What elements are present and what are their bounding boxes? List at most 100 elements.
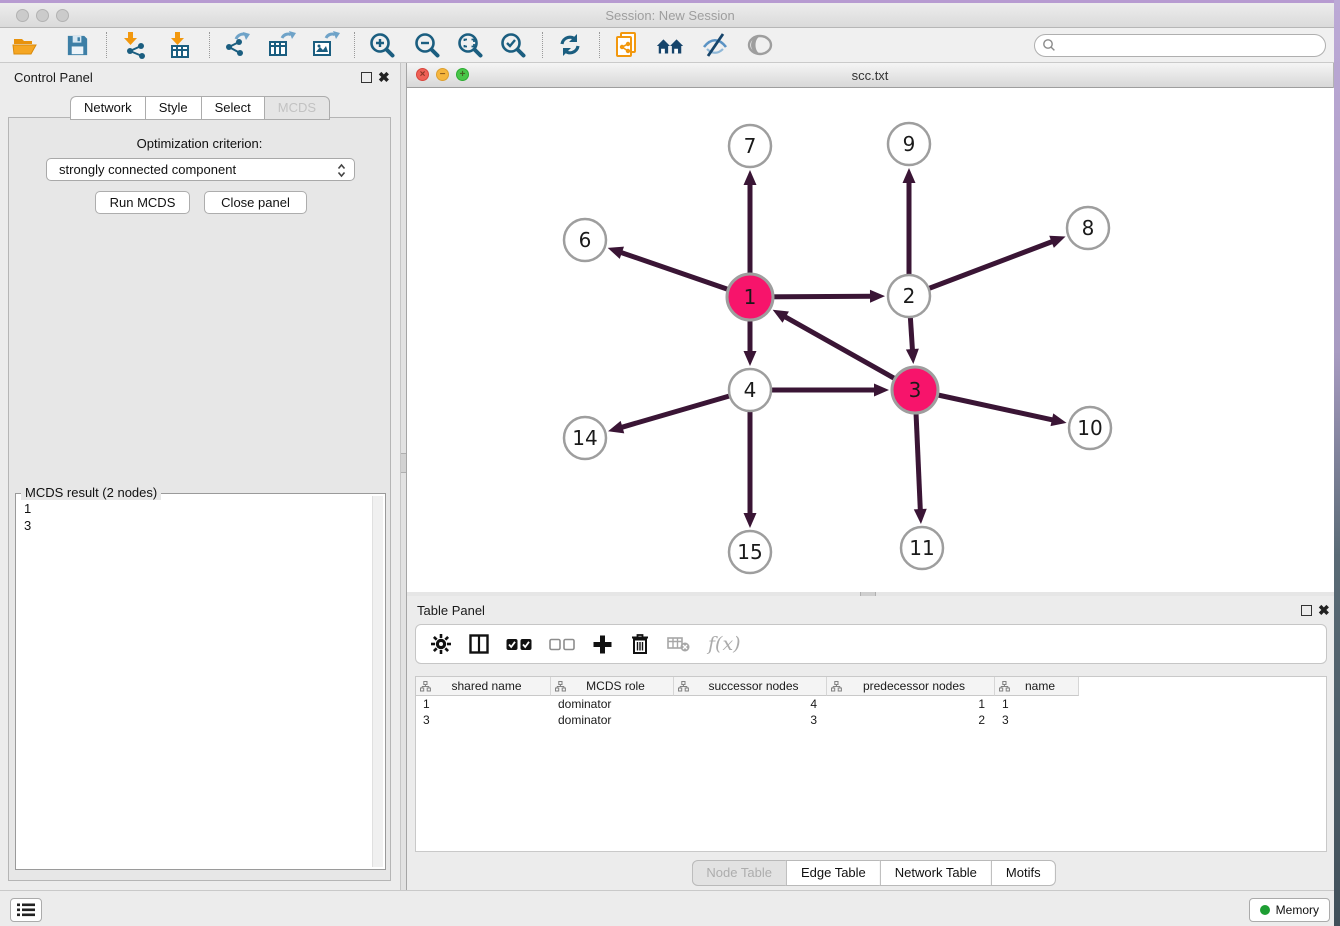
control-tab-mcds[interactable]: MCDS (264, 96, 330, 120)
search-box (1034, 34, 1326, 57)
open-session-icon[interactable] (10, 30, 40, 60)
graph-arrowhead (1051, 413, 1067, 426)
table-body: 1dominator4113dominator323 (416, 696, 1326, 728)
control-tab-network[interactable]: Network (70, 96, 145, 120)
criterion-select[interactable]: strongly connected component (46, 158, 355, 181)
show-hidden-eye-icon (745, 30, 775, 60)
export-table-icon[interactable] (266, 30, 296, 60)
memory-label: Memory (1276, 903, 1319, 917)
run-mcds-button[interactable]: Run MCDS (95, 191, 190, 214)
application-window: Session: New Session (0, 0, 1340, 926)
table-row[interactable]: 1dominator411 (416, 696, 1326, 712)
refresh-icon[interactable] (555, 30, 585, 60)
table-close-icon[interactable]: ✖ (1318, 602, 1330, 618)
column-header-successor-nodes[interactable]: successor nodes (674, 677, 827, 696)
control-panel: Control Panel ✖ NetworkStyleSelectMCDS O… (0, 63, 400, 890)
control-tab-select[interactable]: Select (201, 96, 264, 120)
zoom-in-icon[interactable] (367, 30, 397, 60)
float-panel-icon[interactable] (361, 72, 372, 83)
vertical-splitter[interactable] (400, 63, 407, 890)
graph-node-label-6: 6 (579, 228, 592, 252)
toolbar-separator (542, 32, 543, 58)
select-all-checkboxes-icon[interactable] (506, 638, 532, 651)
table-cell[interactable]: 4 (674, 697, 827, 711)
zoom-out-icon[interactable] (412, 30, 442, 60)
column-header-shared-name[interactable]: shared name (416, 677, 551, 696)
table-panel: Table Panel ✖ (407, 596, 1340, 890)
column-header-name[interactable]: name (995, 677, 1079, 696)
table-cell[interactable]: 1 (995, 697, 1079, 711)
table-cell[interactable]: 3 (416, 713, 551, 727)
table-cell[interactable]: 1 (416, 697, 551, 711)
task-history-button[interactable] (10, 898, 42, 922)
graph-arrowhead (744, 513, 757, 528)
graph-arrowhead (608, 247, 624, 259)
graph-arrowhead (608, 421, 624, 433)
import-network-icon[interactable] (119, 30, 149, 60)
status-bar: Memory (0, 890, 1340, 926)
export-network-icon[interactable] (222, 30, 252, 60)
close-panel-button[interactable]: Close panel (204, 191, 307, 214)
table-cell[interactable]: dominator (551, 697, 674, 711)
mcds-result-title: MCDS result (2 nodes) (21, 485, 161, 500)
graph-edge-2-8[interactable] (909, 241, 1053, 296)
mcds-result-text[interactable]: 13 (24, 500, 31, 534)
control-panel-title: Control Panel (14, 70, 93, 85)
result-scrollbar[interactable] (372, 496, 383, 867)
toolbar-separator (209, 32, 210, 58)
graph-node-label-14: 14 (572, 426, 597, 450)
control-tab-style[interactable]: Style (145, 96, 201, 120)
node-table[interactable]: shared nameMCDS rolesuccessor nodesprede… (415, 676, 1327, 852)
zoom-fit-icon[interactable] (455, 30, 485, 60)
graph-node-label-4: 4 (744, 378, 757, 402)
window-titlebar[interactable]: Session: New Session (0, 3, 1340, 28)
vertical-splitter-handle[interactable] (401, 453, 406, 473)
network-graph[interactable]: 7968124314101511 (407, 88, 1334, 592)
select-chevrons-icon (337, 163, 346, 181)
graph-arrowhead (744, 170, 757, 185)
save-session-icon[interactable] (62, 30, 92, 60)
table-toolbar: f(x) (415, 624, 1327, 664)
table-tab-edge-table[interactable]: Edge Table (786, 860, 880, 886)
import-table-icon[interactable] (165, 30, 195, 60)
table-cell[interactable]: 1 (827, 697, 995, 711)
toolbar-separator (106, 32, 107, 58)
hide-selected-eye-icon[interactable] (700, 30, 730, 60)
desktop-edge-top (0, 0, 1340, 3)
table-cell[interactable]: 3 (995, 713, 1079, 727)
table-cell[interactable]: 2 (827, 713, 995, 727)
table-tab-node-table[interactable]: Node Table (691, 860, 786, 886)
table-tab-motifs[interactable]: Motifs (991, 860, 1056, 886)
mcds-tab-content: Optimization criterion: strongly connect… (8, 117, 391, 881)
zoom-selected-icon[interactable] (498, 30, 528, 60)
column-panel-icon[interactable] (469, 634, 489, 654)
table-cell[interactable]: 3 (674, 713, 827, 727)
window-title: Session: New Session (0, 3, 1340, 28)
mcds-result-box: MCDS result (2 nodes) 13 (15, 493, 386, 870)
close-panel-icon[interactable]: ✖ (378, 69, 390, 85)
column-header-predecessor-nodes[interactable]: predecessor nodes (827, 677, 995, 696)
table-cell[interactable]: dominator (551, 713, 674, 727)
graph-node-label-1: 1 (744, 285, 757, 309)
graph-node-label-7: 7 (744, 134, 757, 158)
function-builder-icon: f(x) (708, 633, 741, 655)
control-panel-tabs: NetworkStyleSelectMCDS (70, 96, 330, 120)
deselect-all-checkboxes-icon[interactable] (549, 638, 575, 651)
network-canvas[interactable]: 7968124314101511 (407, 88, 1334, 592)
table-row[interactable]: 3dominator323 (416, 712, 1326, 728)
memory-button[interactable]: Memory (1249, 898, 1330, 922)
column-header-MCDS-role[interactable]: MCDS role (551, 677, 674, 696)
toolbar-separator (354, 32, 355, 58)
table-float-icon[interactable] (1301, 605, 1312, 616)
search-input[interactable] (1034, 34, 1326, 57)
table-tab-network-table[interactable]: Network Table (880, 860, 991, 886)
delete-column-icon[interactable] (630, 633, 650, 655)
criterion-select-value: strongly connected component (59, 162, 236, 177)
add-column-icon[interactable] (592, 634, 613, 655)
network-window-titlebar[interactable]: × − + scc.txt (407, 63, 1333, 88)
graph-node-label-15: 15 (737, 540, 762, 564)
export-image-icon[interactable] (310, 30, 340, 60)
settings-gear-icon[interactable] (430, 633, 452, 655)
home-icon[interactable] (655, 30, 685, 60)
clone-network-icon[interactable] (612, 30, 642, 60)
